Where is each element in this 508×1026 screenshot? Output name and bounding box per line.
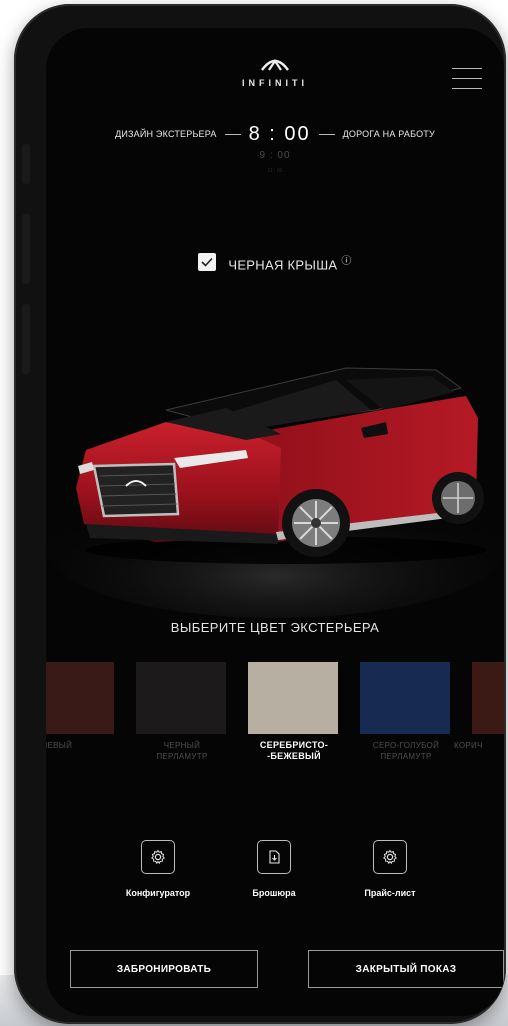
color-label-line: СЕРЕБРИСТО- <box>259 740 329 750</box>
next-time-option-2[interactable]: 11 : 00 <box>46 168 504 174</box>
car-image <box>46 318 504 618</box>
price-list-label: Прайс-лист <box>364 888 416 898</box>
phone-volume-up-button <box>22 214 30 284</box>
color-swatch-grey-blue-pearl[interactable] <box>360 662 450 734</box>
exterior-color-title: ВЫБЕРИТЕ ЦВЕТ ЭКСТЕРЬЕРА <box>170 620 380 635</box>
color-swatch-brown-left[interactable] <box>46 662 114 734</box>
phone-screen: INFINITI ДИЗАЙН ЭКСТЕРЬЕРА 8 : 00 ДОРОГА… <box>46 28 504 1016</box>
price-list-button[interactable]: Прайс-лист <box>340 840 440 898</box>
brochure-button[interactable]: Брошюра <box>224 840 324 898</box>
black-roof-option[interactable]: ЧЕРНАЯ КРЫША ⓘ <box>46 252 504 272</box>
time-selector[interactable]: ДИЗАЙН ЭКСТЕРЬЕРА 8 : 00 ДОРОГА НА РАБОТ… <box>46 122 504 146</box>
phone-volume-down-button <box>22 304 30 374</box>
color-label-black-pearl: ЧЕРНЫЙ ПЕРЛАМУТР <box>126 740 238 762</box>
color-swatch-silver-beige[interactable] <box>248 662 338 734</box>
color-swatch-brown-right[interactable] <box>472 662 504 734</box>
info-icon[interactable]: ⓘ <box>341 256 351 267</box>
next-time-option[interactable]: 9 : 00 <box>46 150 504 161</box>
time-dash-left <box>224 133 241 135</box>
black-roof-text: ЧЕРНАЯ КРЫША <box>228 257 338 273</box>
infiniti-logo-icon <box>260 58 290 72</box>
color-label-line: ЧЕРНЫЙ <box>163 741 201 750</box>
time-dash-right <box>318 133 335 135</box>
black-roof-label: ЧЕРНАЯ КРЫША ⓘ <box>228 252 351 272</box>
color-label-line: СЕРО-ГОЛУБОЙ <box>372 741 440 750</box>
gear-icon <box>373 840 407 874</box>
black-roof-checkbox[interactable] <box>198 253 217 272</box>
brand-name: INFINITI <box>242 78 308 88</box>
configurator-label: Конфигуратор <box>125 888 191 898</box>
time-left-label: ДИЗАЙН ЭКСТЕРЬЕРА <box>115 129 217 139</box>
gear-icon <box>141 840 175 874</box>
color-label-line: -БЕЖЕВЫЙ <box>267 751 321 761</box>
private-show-button[interactable]: ЗАКРЫТЫЙ ПОКАЗ <box>308 950 504 988</box>
color-label-line: ПЕРЛАМУТР <box>156 752 208 761</box>
document-download-icon <box>257 840 291 874</box>
phone-frame: INFINITI ДИЗАЙН ЭКСТЕРЬЕРА 8 : 00 ДОРОГА… <box>14 4 506 1024</box>
brand-logo[interactable]: INFINITI <box>46 58 504 88</box>
current-time[interactable]: 8 : 00 <box>249 123 311 146</box>
hamburger-menu-icon[interactable] <box>452 64 482 94</box>
color-label-silver-beige: СЕРЕБРИСТО- -БЕЖЕВЫЙ <box>238 740 350 762</box>
reserve-button[interactable]: ЗАБРОНИРОВАТЬ <box>70 950 258 988</box>
color-label-brown-right: КОРИЧ <box>454 741 483 750</box>
brochure-label: Брошюра <box>252 888 296 898</box>
configurator-button[interactable]: Конфигуратор <box>108 840 208 898</box>
time-right-label: ДОРОГА НА РАБОТУ <box>342 129 435 139</box>
phone-side-button <box>22 144 30 184</box>
color-label-line: ПЕРЛАМУТР <box>380 752 432 761</box>
color-swatch-black-pearl[interactable] <box>136 662 226 734</box>
checkmark-icon <box>201 258 213 267</box>
color-label-brown-left: ЧНЕВЫЙ <box>46 741 73 750</box>
color-label-grey-blue-pearl: СЕРО-ГОЛУБОЙ ПЕРЛАМУТР <box>350 740 462 762</box>
